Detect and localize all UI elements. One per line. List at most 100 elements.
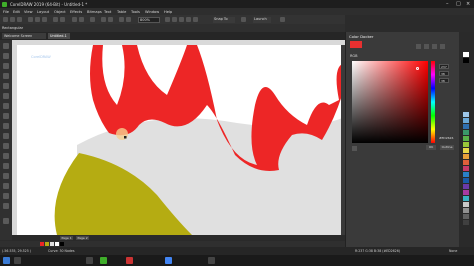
palette-color[interactable]	[463, 208, 469, 213]
snap-to-dropdown[interactable]: Snap To	[213, 16, 235, 23]
palette-color[interactable]	[463, 130, 469, 135]
color-palettes-icon[interactable]	[440, 44, 445, 49]
undo-icon[interactable]	[53, 17, 58, 22]
freehand-tool-icon[interactable]	[3, 83, 9, 89]
zoom-tool-icon[interactable]	[3, 73, 9, 79]
menu-file[interactable]: File	[3, 10, 9, 14]
menu-text[interactable]: Text	[104, 10, 111, 14]
close-icon[interactable]: ×	[466, 1, 470, 7]
color-viewers-icon[interactable]	[432, 44, 437, 49]
polygon-tool-icon[interactable]	[3, 123, 9, 129]
rulers-icon[interactable]	[172, 17, 177, 22]
palette-color[interactable]	[463, 220, 469, 225]
drop-shadow-tool-icon[interactable]	[3, 163, 9, 169]
file-explorer-icon[interactable]	[86, 257, 93, 264]
paste-icon[interactable]	[42, 17, 47, 22]
color-sliders-icon[interactable]	[424, 44, 429, 49]
palette-color[interactable]	[463, 52, 469, 57]
outline-button[interactable]: Outline	[440, 145, 454, 150]
palette-color[interactable]	[463, 142, 469, 147]
text-tool-icon[interactable]	[3, 133, 9, 139]
tab-untitled-1[interactable]: Untitled-1	[48, 33, 70, 39]
zoom-out-icon[interactable]	[108, 17, 113, 22]
minimize-icon[interactable]: –	[446, 1, 449, 7]
menu-object[interactable]: Object	[54, 10, 66, 14]
menu-effects[interactable]: Effects	[70, 10, 82, 14]
color-eyedropper-tool-icon[interactable]	[3, 183, 9, 189]
picker-handle[interactable]	[416, 67, 419, 70]
add-tool-icon[interactable]	[3, 218, 9, 224]
red-value-field[interactable]: 237	[439, 64, 449, 69]
options-icon[interactable]	[241, 17, 246, 22]
color-model-select[interactable]: RGB	[350, 54, 358, 58]
palette-color[interactable]	[463, 112, 469, 117]
palette-swatch-olive[interactable]	[45, 242, 49, 246]
palette-color[interactable]	[463, 160, 469, 165]
palette-color[interactable]	[463, 154, 469, 159]
color-picker-area[interactable]	[352, 61, 428, 143]
redo-icon[interactable]	[60, 17, 65, 22]
menu-help[interactable]: Help	[164, 10, 172, 14]
interactive-fill-tool-icon[interactable]	[3, 193, 9, 199]
launch-dropdown[interactable]: Launch	[253, 16, 271, 23]
palette-swatch-white[interactable]	[55, 242, 59, 246]
tab-welcome-screen[interactable]: Welcome Screen	[2, 33, 46, 39]
new-icon[interactable]	[3, 17, 8, 22]
grid-icon[interactable]	[179, 17, 184, 22]
smart-fill-tool-icon[interactable]	[3, 203, 9, 209]
start-icon[interactable]	[3, 257, 10, 264]
palette-swatch-gray[interactable]	[50, 242, 54, 246]
shape-tool-icon[interactable]	[3, 53, 9, 59]
palette-color[interactable]	[463, 190, 469, 195]
import-icon[interactable]	[72, 17, 77, 22]
rectangle-tool-icon[interactable]	[3, 103, 9, 109]
palette-color[interactable]	[463, 178, 469, 183]
ellipse-tool-icon[interactable]	[3, 113, 9, 119]
app-taskbar-icon[interactable]	[126, 257, 133, 264]
menu-tools[interactable]: Tools	[131, 10, 140, 14]
maximize-icon[interactable]: □	[456, 1, 461, 7]
drawing-canvas[interactable]: CorelDRAW	[17, 45, 345, 235]
palette-color[interactable]	[463, 166, 469, 171]
page-tab-1[interactable]: Page 1	[60, 236, 74, 240]
blue-value-field[interactable]: 38	[439, 78, 449, 83]
dynamic-guides-icon[interactable]	[193, 17, 198, 22]
menu-layout[interactable]: Layout	[37, 10, 49, 14]
cut-icon[interactable]	[28, 17, 33, 22]
guides-icon[interactable]	[186, 17, 191, 22]
fill-ok-button[interactable]: OK	[426, 145, 436, 150]
palette-swatch-red[interactable]	[40, 242, 44, 246]
view-icon[interactable]	[165, 17, 170, 22]
zoom-in-icon[interactable]	[101, 17, 106, 22]
palette-color[interactable]	[463, 124, 469, 129]
task-view-icon[interactable]	[14, 257, 21, 264]
artistic-media-tool-icon[interactable]	[3, 93, 9, 99]
green-value-field[interactable]: 38	[439, 71, 449, 76]
palette-color[interactable]	[463, 148, 469, 153]
parallel-dimension-tool-icon[interactable]	[3, 143, 9, 149]
menu-view[interactable]: View	[24, 10, 33, 14]
palette-color[interactable]	[463, 202, 469, 207]
taskbar-app-icon[interactable]	[208, 257, 215, 264]
export-icon[interactable]	[79, 17, 84, 22]
palette-color[interactable]	[463, 118, 469, 123]
pdf-icon[interactable]	[90, 17, 95, 22]
zoom-level-select[interactable]: 800%	[138, 16, 160, 23]
selection-mode-dropdown[interactable]: Rectangular	[2, 26, 23, 30]
hex-value-field[interactable]: #ED2626	[439, 136, 453, 140]
help-icon[interactable]	[280, 17, 285, 22]
transparency-tool-icon[interactable]	[3, 173, 9, 179]
menu-table[interactable]: Table	[117, 10, 126, 14]
palette-color[interactable]	[463, 172, 469, 177]
palette-color[interactable]	[463, 184, 469, 189]
eyedropper-icon[interactable]	[416, 44, 421, 49]
palette-color[interactable]	[463, 136, 469, 141]
crop-tool-icon[interactable]	[3, 63, 9, 69]
hue-slider[interactable]	[431, 61, 435, 143]
menu-window[interactable]: Window	[145, 10, 159, 14]
connector-tool-icon[interactable]	[3, 153, 9, 159]
palette-color[interactable]	[463, 58, 469, 63]
open-icon[interactable]	[10, 17, 15, 22]
hand-icon[interactable]	[126, 17, 131, 22]
full-screen-icon[interactable]	[119, 17, 124, 22]
